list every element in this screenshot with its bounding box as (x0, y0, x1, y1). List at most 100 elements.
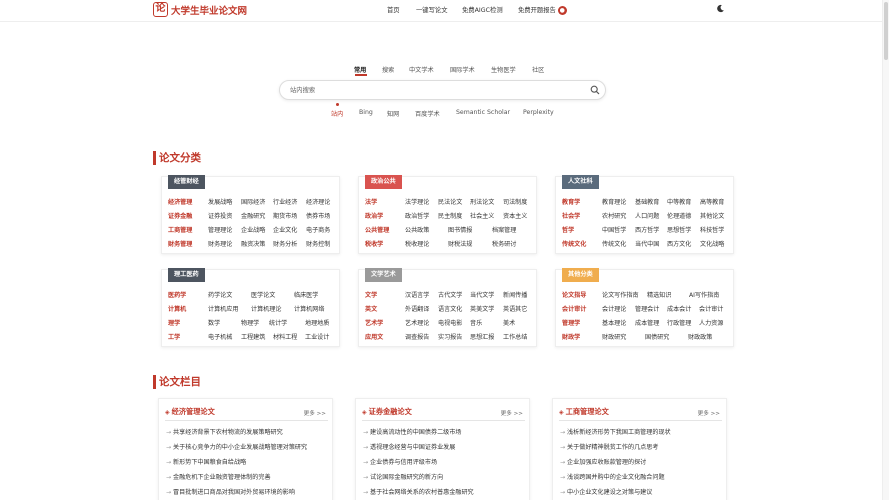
category-item-link[interactable]: 思想哲学 (667, 226, 691, 236)
category-lead-link[interactable]: 财政学 (562, 333, 580, 343)
category-card-title[interactable]: 经管财经 (168, 175, 205, 189)
category-item-link[interactable]: 美术 (503, 319, 515, 329)
category-item-link[interactable]: 税务研讨 (492, 240, 516, 250)
site-logo[interactable]: 论 大学生毕业论文网 (153, 2, 247, 17)
category-item-link[interactable]: 国际经济 (241, 198, 265, 208)
article-link[interactable]: 企业加强应收账款管理的探讨 (560, 458, 723, 468)
category-item-link[interactable]: 公共政策 (405, 226, 429, 236)
category-item-link[interactable]: 会计审计 (699, 305, 723, 315)
category-item-link[interactable]: 资本主义 (503, 212, 527, 222)
category-item-link[interactable]: 医学论文 (251, 291, 275, 301)
category-item-link[interactable]: 人口问题 (635, 212, 659, 222)
engine-bing[interactable]: Bing (359, 109, 373, 116)
category-item-link[interactable]: 古代文学 (438, 291, 462, 301)
category-item-link[interactable]: 调查报告 (405, 333, 429, 343)
category-item-link[interactable]: 工作总结 (503, 333, 527, 343)
search-input[interactable] (290, 85, 580, 96)
category-item-link[interactable]: 经济理论 (306, 198, 330, 208)
category-item-link[interactable]: 财务分析 (273, 240, 297, 250)
category-item-link[interactable]: 音乐 (470, 319, 482, 329)
category-item-link[interactable]: 农村研究 (602, 212, 626, 222)
nav-write-paper[interactable]: 一键写论文 (416, 5, 447, 14)
category-item-link[interactable]: 图书情报 (448, 226, 472, 236)
category-lead-link[interactable]: 哲学 (562, 226, 574, 236)
category-item-link[interactable]: 法学理论 (405, 198, 429, 208)
category-item-link[interactable]: 民主制度 (438, 212, 462, 222)
search-icon[interactable] (590, 85, 600, 95)
article-column-title[interactable]: 经济管理论文 (165, 407, 215, 417)
category-lead-link[interactable]: 理学 (168, 319, 180, 329)
category-item-link[interactable]: 文化战略 (700, 240, 724, 250)
category-item-link[interactable]: 档案管理 (492, 226, 516, 236)
category-lead-link[interactable]: 工学 (168, 333, 180, 343)
category-item-link[interactable]: 思想汇报 (470, 333, 494, 343)
category-lead-link[interactable]: 管理学 (562, 319, 580, 329)
article-link[interactable]: 新形势下中国粮食自给战略 (166, 458, 329, 468)
category-item-link[interactable]: 财政研究 (602, 333, 626, 343)
category-item-link[interactable]: 管理会计 (635, 305, 659, 315)
category-lead-link[interactable]: 法学 (365, 198, 377, 208)
category-item-link[interactable]: 电视电影 (438, 319, 462, 329)
category-item-link[interactable]: 中等教育 (667, 198, 691, 208)
category-item-link[interactable]: 数学 (208, 319, 220, 329)
article-link[interactable]: 透视理念经营与中国证券业发展 (363, 443, 526, 453)
category-lead-link[interactable]: 公共管理 (365, 226, 389, 236)
category-lead-link[interactable]: 医药学 (168, 291, 186, 301)
article-column-title[interactable]: 证券金融论文 (362, 407, 412, 417)
article-link[interactable]: 试论国际金融研究的新方向 (363, 473, 526, 483)
category-lead-link[interactable]: 工商管理 (168, 226, 192, 236)
nav-home[interactable]: 首页 (387, 5, 400, 14)
article-link[interactable]: 基于社会网络关系的农村普惠金融研究 (363, 488, 526, 498)
category-item-link[interactable]: 成本管理 (635, 319, 659, 329)
category-item-link[interactable]: 债券市场 (306, 212, 330, 222)
category-item-link[interactable]: 企业战略 (241, 226, 265, 236)
category-item-link[interactable]: 中国哲学 (602, 226, 626, 236)
category-item-link[interactable]: 材料工程 (273, 333, 297, 343)
category-item-link[interactable]: 社会主义 (470, 212, 494, 222)
category-item-link[interactable]: 会计理论 (602, 305, 626, 315)
category-item-link[interactable]: 国债研究 (645, 333, 669, 343)
category-item-link[interactable]: 财务理论 (208, 240, 232, 250)
category-lead-link[interactable]: 财务管理 (168, 240, 192, 250)
category-item-link[interactable]: 物理学 (241, 319, 259, 329)
category-item-link[interactable]: 艺术理论 (405, 319, 429, 329)
article-column-title[interactable]: 工商管理论文 (559, 407, 609, 417)
category-item-link[interactable]: 传统文化 (602, 240, 626, 250)
category-item-link[interactable]: 行政管理 (667, 319, 691, 329)
category-item-link[interactable]: 语言文化 (438, 305, 462, 315)
category-item-link[interactable]: 发展战略 (208, 198, 232, 208)
category-item-link[interactable]: 电子机械 (208, 333, 232, 343)
category-item-link[interactable]: 税收理论 (405, 240, 429, 250)
article-link[interactable]: 金融危机下企业融资管理体制的完善 (166, 473, 329, 483)
category-item-link[interactable]: 论文写作指南 (602, 291, 639, 301)
category-item-link[interactable]: 成本会计 (667, 305, 691, 315)
article-link[interactable]: 共享经济背景下农村物流的发展策略研究 (166, 428, 329, 438)
scrollbar-thumb[interactable] (884, 2, 888, 60)
category-lead-link[interactable]: 英文 (365, 305, 377, 315)
page-scrollbar[interactable] (882, 0, 889, 500)
category-item-link[interactable]: 财税法规 (448, 240, 472, 250)
category-item-link[interactable]: 其他论文 (700, 212, 724, 222)
category-item-link[interactable]: 当代文学 (470, 291, 494, 301)
search-tab-community[interactable]: 社区 (532, 65, 544, 74)
category-item-link[interactable]: AI写作指南 (689, 291, 719, 301)
engine-semantic-scholar[interactable]: Semantic Scholar (456, 109, 510, 116)
category-lead-link[interactable]: 政治学 (365, 212, 383, 222)
category-item-link[interactable]: 工业设计 (305, 333, 329, 343)
search-tab-common[interactable]: 常用 (354, 65, 366, 74)
category-item-link[interactable]: 管理理论 (208, 226, 232, 236)
more-link[interactable]: 更多 >> (304, 409, 326, 417)
category-item-link[interactable]: 证券投资 (208, 212, 232, 222)
category-item-link[interactable]: 政治哲学 (405, 212, 429, 222)
category-item-link[interactable]: 实习报告 (438, 333, 462, 343)
category-lead-link[interactable]: 文学 (365, 291, 377, 301)
category-item-link[interactable]: 科技哲学 (700, 226, 724, 236)
category-lead-link[interactable]: 经济管理 (168, 198, 192, 208)
category-item-link[interactable]: 刑法论文 (470, 198, 494, 208)
category-item-link[interactable]: 计算机理论 (251, 305, 281, 315)
category-item-link[interactable]: 汉语言学 (405, 291, 429, 301)
article-link[interactable]: 企业债券与信用评级市场 (363, 458, 526, 468)
search-tab-international-academic[interactable]: 国际学术 (450, 65, 475, 74)
category-item-link[interactable]: 司法制度 (503, 198, 527, 208)
category-item-link[interactable]: 期货市场 (273, 212, 297, 222)
